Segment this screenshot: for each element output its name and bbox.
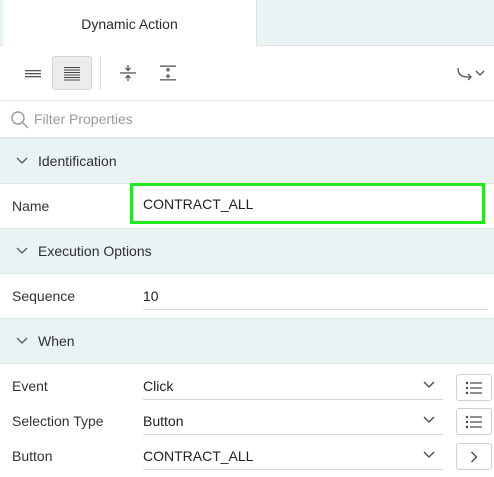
- chevron-down-icon: [16, 157, 28, 165]
- name-field[interactable]: CONTRACT_ALL: [130, 183, 485, 224]
- section-title: Identification: [38, 153, 117, 169]
- button-goto-button[interactable]: [456, 443, 492, 470]
- selection-type-value: Button: [143, 412, 184, 429]
- button-value: CONTRACT_ALL: [143, 447, 254, 464]
- show-common-button[interactable]: [13, 56, 53, 90]
- sequence-value: 10: [143, 287, 159, 304]
- toolbar-divider: [100, 56, 101, 90]
- chevron-down-icon: [16, 247, 28, 255]
- property-row-button: Button CONTRACT_ALL: [0, 434, 494, 477]
- chevron-down-icon: [423, 416, 435, 423]
- section-identification[interactable]: Identification: [0, 138, 494, 184]
- go-to-group-icon: [457, 67, 485, 81]
- event-value: Click: [143, 377, 174, 394]
- expand-all-icon: [160, 65, 176, 81]
- show-all-icon: [64, 67, 80, 81]
- list-icon: [465, 381, 482, 394]
- property-toolbar: [0, 46, 494, 101]
- section-when[interactable]: When: [0, 318, 494, 364]
- list-icon: [465, 415, 482, 428]
- chevron-down-icon: [16, 337, 28, 345]
- tab-bar: Dynamic Action: [0, 0, 494, 47]
- collapse-all-button[interactable]: [108, 56, 148, 90]
- search-icon: [11, 111, 29, 129]
- show-all-button[interactable]: [52, 56, 92, 90]
- chevron-down-icon: [423, 381, 435, 388]
- selection-type-list-button[interactable]: [456, 408, 492, 435]
- event-list-button[interactable]: [456, 374, 492, 401]
- selection-type-select[interactable]: Button: [143, 407, 443, 435]
- section-execution-options[interactable]: Execution Options: [0, 228, 494, 274]
- show-common-icon: [25, 70, 41, 78]
- chevron-down-icon: [423, 451, 435, 458]
- filter-properties-input[interactable]: [34, 107, 474, 131]
- tab-label: Dynamic Action: [81, 15, 178, 32]
- sequence-label: Sequence: [12, 288, 76, 304]
- name-label: Name: [12, 198, 50, 214]
- collapse-all-icon: [120, 65, 136, 81]
- tab-dynamic-action[interactable]: Dynamic Action: [3, 0, 257, 47]
- property-row-sequence: Sequence 10: [0, 274, 494, 318]
- button-label: Button: [12, 447, 53, 464]
- expand-all-button[interactable]: [148, 56, 188, 90]
- button-select[interactable]: CONTRACT_ALL: [143, 442, 443, 470]
- filter-bar: [0, 101, 494, 138]
- chevron-right-icon: [471, 451, 478, 462]
- event-select[interactable]: Click: [143, 372, 443, 400]
- section-title: Execution Options: [38, 243, 152, 259]
- name-value: CONTRACT_ALL: [143, 195, 254, 212]
- sequence-field[interactable]: 10: [143, 282, 488, 310]
- section-title: When: [38, 333, 75, 349]
- go-to-group-button[interactable]: [450, 56, 492, 90]
